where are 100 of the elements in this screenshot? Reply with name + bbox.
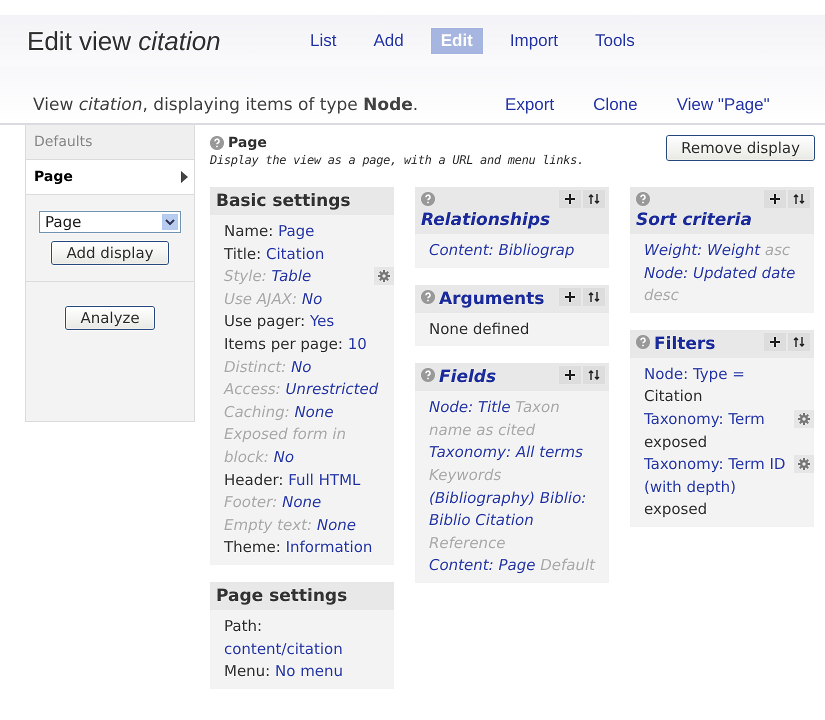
rearrange-button[interactable] xyxy=(788,332,810,351)
plus-icon xyxy=(565,292,575,302)
plus-icon xyxy=(770,194,780,204)
nav-tab[interactable]: List xyxy=(300,28,346,54)
setting-line: Footer: None xyxy=(224,491,384,514)
up-down-arrows-icon xyxy=(793,336,805,347)
handler-link[interactable]: Weight: Weight xyxy=(644,239,760,262)
section-heading: Basic settings xyxy=(216,190,350,212)
help-icon[interactable] xyxy=(636,334,650,349)
remove-display-button[interactable]: Remove display xyxy=(666,135,815,161)
empty-message: None defined xyxy=(429,320,530,338)
setting-value-link[interactable]: content/citation xyxy=(224,638,343,660)
setting-line: Use AJAX: No xyxy=(224,288,384,310)
setting-line: Use pager: Yes xyxy=(224,310,384,333)
add-display-button[interactable]: Add display xyxy=(51,241,169,265)
action-link[interactable]: View "Page" xyxy=(676,95,770,115)
pointer-icon xyxy=(181,171,188,183)
handler-line: Taxonomy: Term ID (with depth) exposed xyxy=(644,453,804,521)
setting-value-link[interactable]: Page xyxy=(278,220,314,243)
help-icon[interactable] xyxy=(636,192,650,206)
setting-line: Empty text: None xyxy=(224,514,384,536)
nav-tab[interactable]: Add xyxy=(363,28,414,54)
rearrange-button[interactable] xyxy=(583,366,605,384)
handler-link[interactable]: Node: Updated date xyxy=(644,262,796,284)
action-link[interactable]: Export xyxy=(505,95,554,115)
setting-line: Title: Citation xyxy=(224,242,384,266)
handler-line: Taxonomy: All terms Keywords xyxy=(429,441,584,486)
handler-line: (Bibliography) Biblio: Biblio Citation Reference xyxy=(429,486,599,554)
handler-line: Node: Updated date desc xyxy=(644,262,796,306)
handler-link[interactable]: Node: Title xyxy=(429,396,511,419)
setting-line: Exposed form in block: No xyxy=(224,423,384,469)
section-title[interactable]: Arguments xyxy=(439,288,544,310)
section-title[interactable]: Fields xyxy=(439,366,496,388)
setting-value-link[interactable]: Table xyxy=(272,265,312,288)
help-icon[interactable] xyxy=(210,136,224,150)
analyze-button[interactable]: Analyze xyxy=(65,306,155,330)
setting-line: Theme: Information xyxy=(224,536,384,559)
setting-line: Menu: No menu xyxy=(224,660,384,683)
rearrange-button[interactable] xyxy=(788,190,810,208)
setting-line: Name: Page xyxy=(224,220,384,243)
display-title: Page xyxy=(228,135,267,151)
handler-line: Node: Title Taxon name as cited xyxy=(429,396,561,441)
handler-link[interactable]: Content: Page xyxy=(429,554,536,577)
up-down-arrows-icon xyxy=(588,194,600,204)
setting-line: Access: Unrestricted xyxy=(224,378,384,401)
view-description: View citation, displaying items of type Node. xyxy=(33,95,420,115)
handler-link[interactable]: Node: Type = xyxy=(644,362,745,386)
setting-value-link[interactable]: Full HTML xyxy=(288,468,360,492)
setting-value-link[interactable]: No xyxy=(291,356,312,378)
page-title: Edit view citation xyxy=(27,26,222,56)
settings-button[interactable] xyxy=(794,455,814,474)
display-tab[interactable]: Page xyxy=(26,160,194,195)
handler-link[interactable]: Taxonomy: All terms xyxy=(429,441,583,464)
setting-value-link[interactable]: No menu xyxy=(275,660,344,683)
setting-value-link[interactable]: No xyxy=(302,288,322,310)
setting-value-link[interactable]: None xyxy=(282,491,322,514)
dropdown-icon xyxy=(162,214,178,230)
setting-line: Header: Full HTML xyxy=(224,468,384,492)
handler-line: Node: Type = Citation xyxy=(644,362,746,408)
setting-line: Distinct: No xyxy=(224,356,384,378)
setting-value-link[interactable]: No xyxy=(274,446,294,469)
plus-icon xyxy=(770,336,780,347)
add-button[interactable] xyxy=(559,288,581,306)
settings-button[interactable] xyxy=(794,410,814,428)
help-icon[interactable] xyxy=(421,290,435,304)
setting-line: Items per page: 10 xyxy=(224,332,384,356)
section-title[interactable]: Filters xyxy=(654,332,716,355)
setting-value-link[interactable]: None xyxy=(316,514,356,536)
handler-line: Weight: Weight asc xyxy=(644,239,804,262)
handler-link[interactable]: (Bibliography) Biblio: Biblio Citation xyxy=(429,486,599,532)
add-button[interactable] xyxy=(559,366,581,384)
display-description: Display the view as a page, with a URL and menu links. xyxy=(210,153,584,167)
up-down-arrows-icon xyxy=(588,292,600,302)
section-title[interactable]: Relationships xyxy=(421,209,550,231)
nav-tab[interactable]: Tools xyxy=(585,28,645,54)
handler-link[interactable]: Taxonomy: Term xyxy=(644,408,777,431)
handler-link[interactable]: Content: Bibliograp xyxy=(429,239,574,262)
gear-icon xyxy=(798,412,810,425)
setting-line: Style: Table xyxy=(224,265,384,288)
nav-tab[interactable]: Import xyxy=(500,28,568,54)
setting-value-link[interactable]: Yes xyxy=(310,310,334,333)
add-button[interactable] xyxy=(559,190,581,208)
gear-icon xyxy=(378,270,390,282)
rearrange-button[interactable] xyxy=(583,288,605,306)
setting-value-link[interactable]: 10 xyxy=(348,332,367,356)
add-button[interactable] xyxy=(764,190,786,208)
display-select[interactable]: Page xyxy=(39,211,181,233)
action-link[interactable]: Clone xyxy=(593,95,638,115)
setting-value-link[interactable]: Unrestricted xyxy=(285,378,378,401)
help-icon[interactable] xyxy=(421,192,435,206)
setting-value-link[interactable]: Information xyxy=(286,536,372,559)
gear-icon xyxy=(798,458,810,470)
help-icon[interactable] xyxy=(421,368,435,382)
handler-link[interactable]: Taxonomy: Term ID (with depth) xyxy=(644,453,804,498)
setting-value-link[interactable]: Citation xyxy=(266,242,324,266)
rearrange-button[interactable] xyxy=(583,190,605,208)
setting-value-link[interactable]: None xyxy=(294,400,334,424)
add-button[interactable] xyxy=(764,332,786,351)
section-title[interactable]: Sort criteria xyxy=(636,209,752,231)
settings-button[interactable] xyxy=(374,267,394,286)
